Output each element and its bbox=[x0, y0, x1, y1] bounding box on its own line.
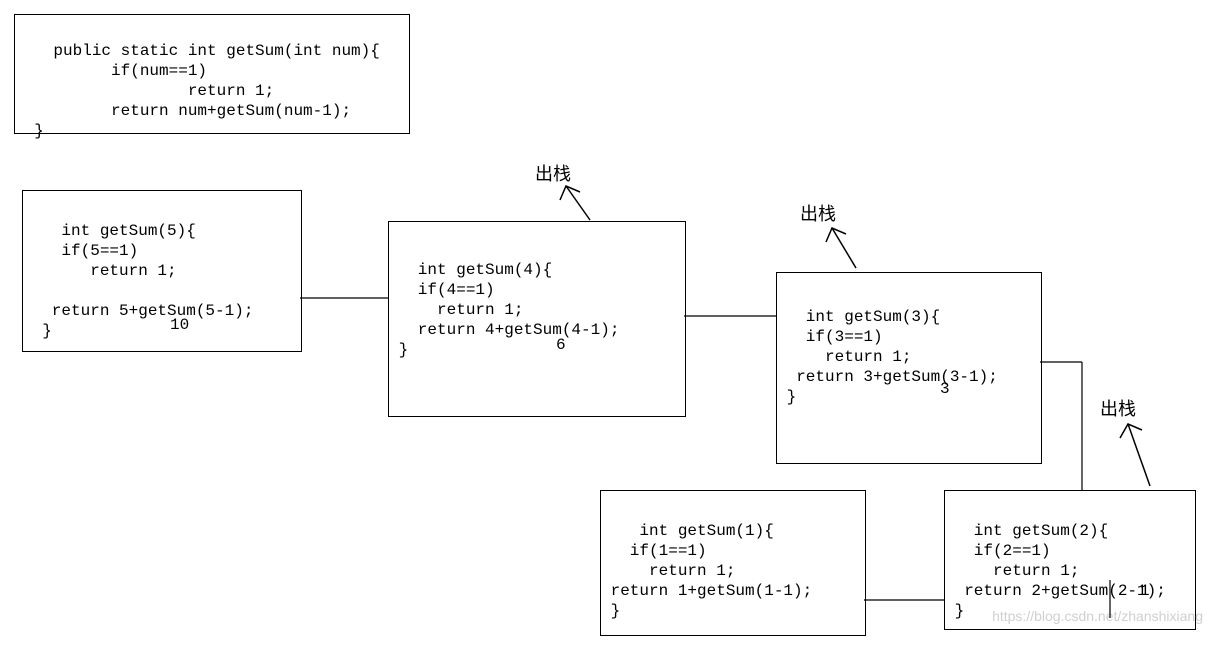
code-box-definition: public static int getSum(int num){ if(nu… bbox=[14, 14, 410, 134]
pop-label-3: 出栈 bbox=[1100, 395, 1136, 421]
code-text: int getSum(2){ if(2==1) return 1; return… bbox=[945, 522, 1166, 620]
code-box-getsum1: int getSum(1){ if(1==1) return 1; return… bbox=[600, 490, 866, 636]
result-4: 6 bbox=[556, 336, 566, 354]
watermark: https://blog.csdn.net/zhanshixiang bbox=[992, 608, 1203, 624]
result-2: 1 bbox=[1140, 582, 1150, 600]
code-text: int getSum(1){ if(1==1) return 1; return… bbox=[601, 522, 812, 620]
code-text: int getSum(3){ if(3==1) return 1; return… bbox=[777, 308, 998, 406]
pop-label-2: 出栈 bbox=[800, 200, 836, 226]
code-text: int getSum(4){ if(4==1) return 1; return… bbox=[389, 261, 619, 359]
code-text: public static int getSum(int num){ if(nu… bbox=[15, 42, 380, 140]
result-3: 3 bbox=[940, 380, 950, 398]
pop-label-1: 出栈 bbox=[535, 160, 571, 186]
code-box-getsum3: int getSum(3){ if(3==1) return 1; return… bbox=[776, 272, 1042, 464]
code-box-getsum5: int getSum(5){ if(5==1) return 1; return… bbox=[22, 190, 302, 352]
code-text: int getSum(5){ if(5==1) return 1; return… bbox=[23, 222, 253, 340]
result-5: 10 bbox=[170, 316, 189, 334]
code-box-getsum4: int getSum(4){ if(4==1) return 1; return… bbox=[388, 221, 686, 417]
